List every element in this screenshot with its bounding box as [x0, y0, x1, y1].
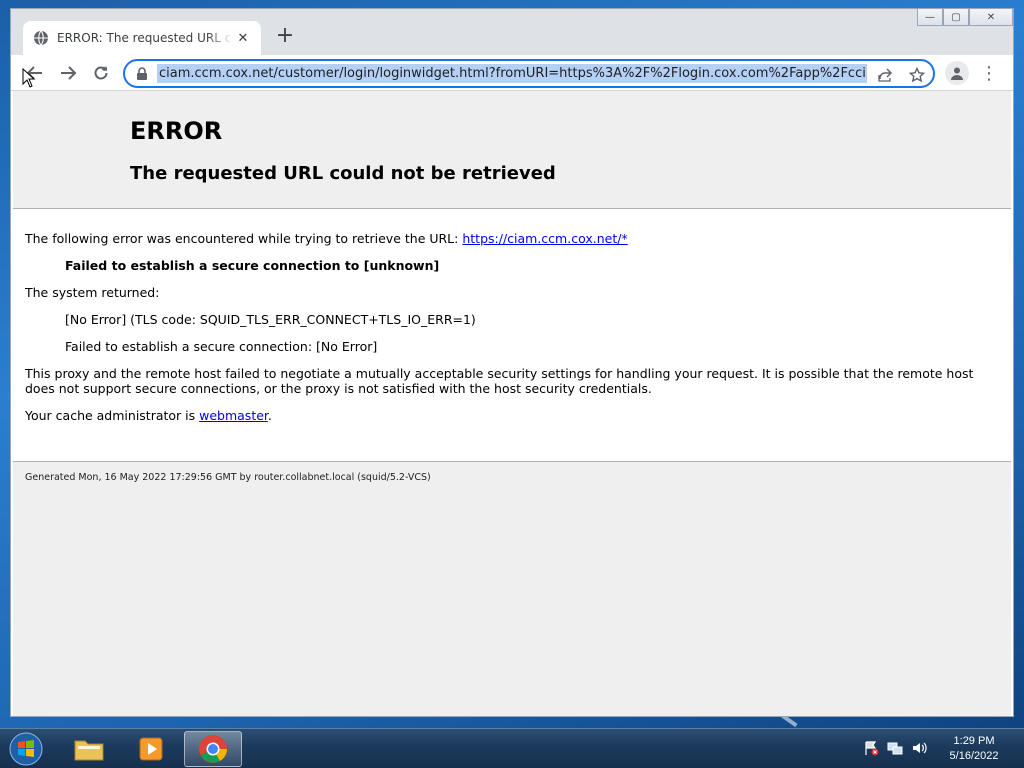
page-title: ERROR [130, 117, 223, 145]
new-tab-button[interactable]: + [273, 25, 297, 49]
intro-paragraph: The following error was encountered whil… [25, 231, 1000, 246]
error-details: The following error was encountered whil… [25, 231, 1000, 435]
browser-window: ERROR: The requested URL could not be re… [10, 8, 1014, 717]
reload-button[interactable] [87, 59, 115, 87]
admin-suffix: . [267, 408, 272, 423]
chrome-icon [199, 735, 227, 763]
url-input[interactable] [157, 64, 867, 83]
error-header: ERROR The requested URL could not be ret… [13, 91, 1011, 209]
browser-tab[interactable]: ERROR: The requested URL could not be re… [23, 21, 261, 55]
forward-arrow-icon [61, 66, 77, 80]
system-detail: Failed to establish a secure connection:… [65, 339, 378, 354]
clock-time: 1:29 PM [953, 735, 995, 747]
taskbar-clock[interactable]: 1:29 PM 5/16/2022 [938, 734, 1010, 764]
start-button[interactable] [4, 730, 48, 768]
taskbar: 1:29 PM 5/16/2022 [0, 728, 1024, 768]
browser-toolbar: ⋮ [11, 55, 1013, 91]
chrome-taskbar-button[interactable] [184, 731, 242, 767]
address-bar[interactable] [123, 59, 935, 88]
volume-icon[interactable] [910, 739, 928, 757]
browser-menu-button[interactable]: ⋮ [977, 61, 1001, 85]
explanation-paragraph: This proxy and the remote host failed to… [25, 366, 974, 396]
tab-close-icon[interactable]: ✕ [235, 31, 251, 46]
webmaster-link[interactable]: webmaster [199, 408, 268, 423]
generated-info: Generated Mon, 16 May 2022 17:29:56 GMT … [25, 472, 431, 483]
mouse-cursor-icon [22, 68, 36, 88]
tab-title: ERROR: The requested URL could not be re… [57, 31, 233, 45]
windows-logo-icon [9, 732, 43, 766]
footer: Generated Mon, 16 May 2022 17:29:56 GMT … [13, 462, 1011, 716]
close-window-button[interactable]: ✕ [969, 9, 1013, 26]
system-code: [No Error] (TLS code: SQUID_TLS_ERR_CONN… [65, 312, 476, 327]
bookmark-star-icon[interactable] [907, 65, 927, 85]
minimize-button[interactable]: — [917, 9, 943, 26]
title-bar: ERROR: The requested URL could not be re… [11, 9, 1013, 55]
action-center-flag-icon[interactable] [862, 739, 880, 757]
error-message: Failed to establish a secure connection … [65, 258, 440, 273]
requested-url-link[interactable]: https://ciam.ccm.cox.net/* [462, 231, 627, 246]
globe-icon [33, 30, 49, 46]
page-subtitle: The requested URL could not be retrieved [130, 163, 556, 184]
media-player-icon [139, 737, 163, 761]
system-tray [862, 739, 928, 757]
window-controls: — ▢ ✕ [917, 9, 1013, 26]
reload-icon [94, 66, 108, 80]
admin-paragraph: Your cache administrator is webmaster. [25, 408, 1000, 423]
network-icon[interactable] [886, 739, 904, 757]
admin-text: Your cache administrator is [25, 408, 200, 423]
forward-button[interactable] [54, 59, 82, 87]
maximize-button[interactable]: ▢ [943, 9, 969, 26]
profile-avatar-icon[interactable] [945, 61, 969, 85]
clock-date: 5/16/2022 [949, 750, 999, 762]
intro-text: The following error was encountered whil… [25, 231, 463, 246]
lock-icon[interactable] [135, 66, 149, 81]
media-player-button[interactable] [122, 731, 180, 767]
share-icon[interactable] [875, 65, 895, 85]
system-returned-label: The system returned: [25, 285, 160, 300]
file-explorer-icon [74, 740, 104, 761]
page-content: ERROR The requested URL could not be ret… [11, 91, 1013, 716]
file-explorer-button[interactable] [60, 731, 118, 767]
